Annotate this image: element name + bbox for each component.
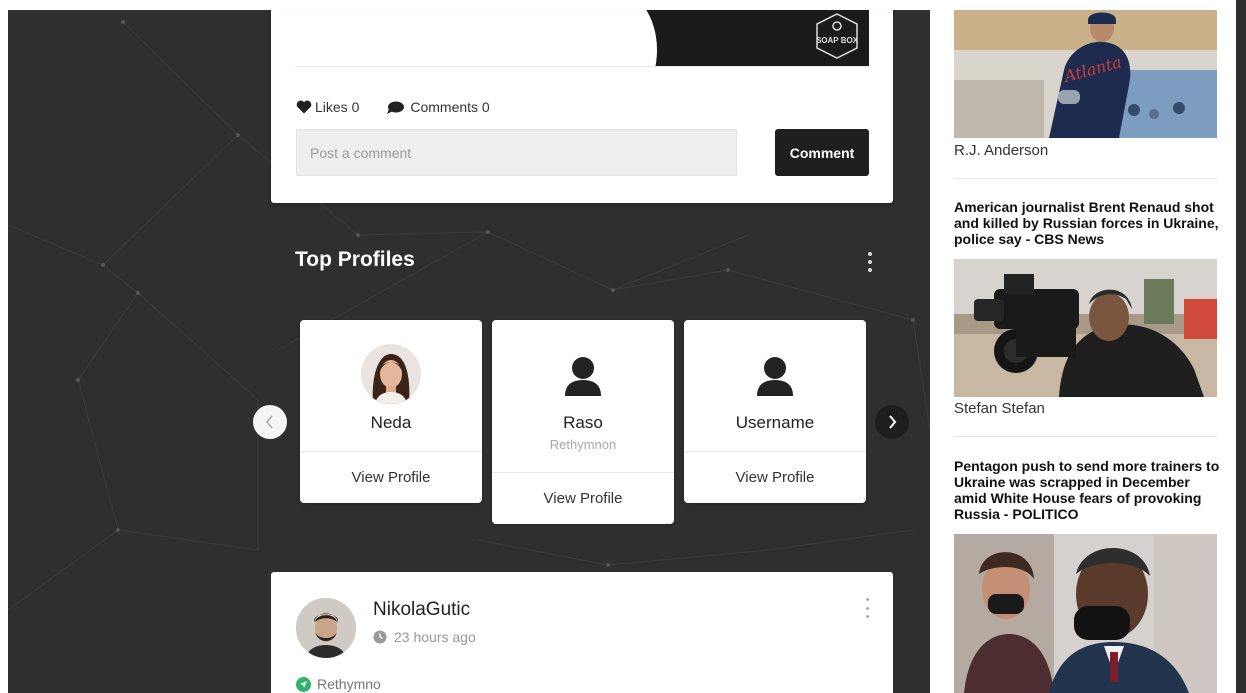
avatar[interactable] <box>296 598 356 658</box>
post-card: SOAP BOX Likes 0 Comments 0 Comment <box>271 10 893 203</box>
profile-name: Raso <box>563 413 603 432</box>
view-profile-button[interactable]: View Profile <box>684 451 866 503</box>
post-time-text: 23 hours ago <box>394 629 476 645</box>
post-card: NikolaGutic 23 hours ago Rethymno <box>271 572 893 693</box>
profile-location: Rethymnon <box>549 437 617 452</box>
comment-input[interactable] <box>296 129 737 176</box>
news-image-journalist[interactable] <box>954 259 1217 397</box>
soapbox-logo: SOAP BOX <box>816 13 859 59</box>
heart-icon <box>296 100 312 114</box>
divider <box>954 436 1217 437</box>
carousel-next-button[interactable] <box>875 405 909 439</box>
profile-card-username: Username View Profile <box>684 320 866 503</box>
location-pin-icon <box>296 676 311 692</box>
user-placeholder-icon[interactable] <box>553 344 613 404</box>
speech-bubble-icon <box>387 101 405 114</box>
news-image-baseball[interactable]: Atlanta <box>954 10 1217 138</box>
post-options-icon[interactable] <box>863 598 871 618</box>
profile-name: Username <box>735 413 815 432</box>
news-title[interactable]: Pentagon push to send more trainers to U… <box>954 458 1222 522</box>
post-username[interactable]: NikolaGutic <box>373 599 470 621</box>
news-image-pentagon[interactable] <box>954 534 1217 693</box>
scrollbar-track[interactable] <box>1236 0 1246 693</box>
chevron-right-icon <box>889 415 897 429</box>
svg-text:SOAP BOX: SOAP BOX <box>816 36 859 45</box>
carousel-prev-button[interactable] <box>253 405 287 439</box>
profile-card-neda: Neda View Profile <box>300 320 482 503</box>
profile-name: Neda <box>370 413 412 432</box>
news-title[interactable]: American journalist Brent Renaud shot an… <box>954 199 1222 247</box>
top-profiles-menu-icon[interactable] <box>862 250 878 274</box>
view-profile-button[interactable]: View Profile <box>300 451 482 503</box>
post-location: Rethymno <box>296 676 381 692</box>
news-sidebar: Atlanta R.J. Anderson American journalis… <box>930 0 1236 693</box>
news-author: R.J. Anderson <box>954 142 1049 159</box>
avatar[interactable] <box>361 344 421 404</box>
news-author: Stefan Stefan <box>954 400 1045 417</box>
clock-icon <box>373 630 387 644</box>
post-location-text: Rethymno <box>317 676 381 692</box>
post-actions: Likes 0 Comments 0 <box>296 99 516 115</box>
top-profiles-title: Top Profiles <box>295 248 415 271</box>
post-image[interactable]: SOAP BOX <box>295 10 869 67</box>
comments-button[interactable]: Comments 0 <box>385 99 490 115</box>
comment-button[interactable]: Comment <box>775 129 869 176</box>
user-placeholder-icon[interactable] <box>745 344 805 404</box>
likes-label: Likes 0 <box>315 99 360 115</box>
post-timestamp: 23 hours ago <box>373 629 476 645</box>
likes-button[interactable]: Likes 0 <box>296 99 359 115</box>
chevron-left-icon <box>265 415 273 429</box>
view-profile-button[interactable]: View Profile <box>492 472 674 524</box>
profile-card-raso: Raso Rethymnon View Profile <box>492 320 674 524</box>
comments-label: Comments 0 <box>410 99 490 115</box>
divider <box>954 178 1217 179</box>
